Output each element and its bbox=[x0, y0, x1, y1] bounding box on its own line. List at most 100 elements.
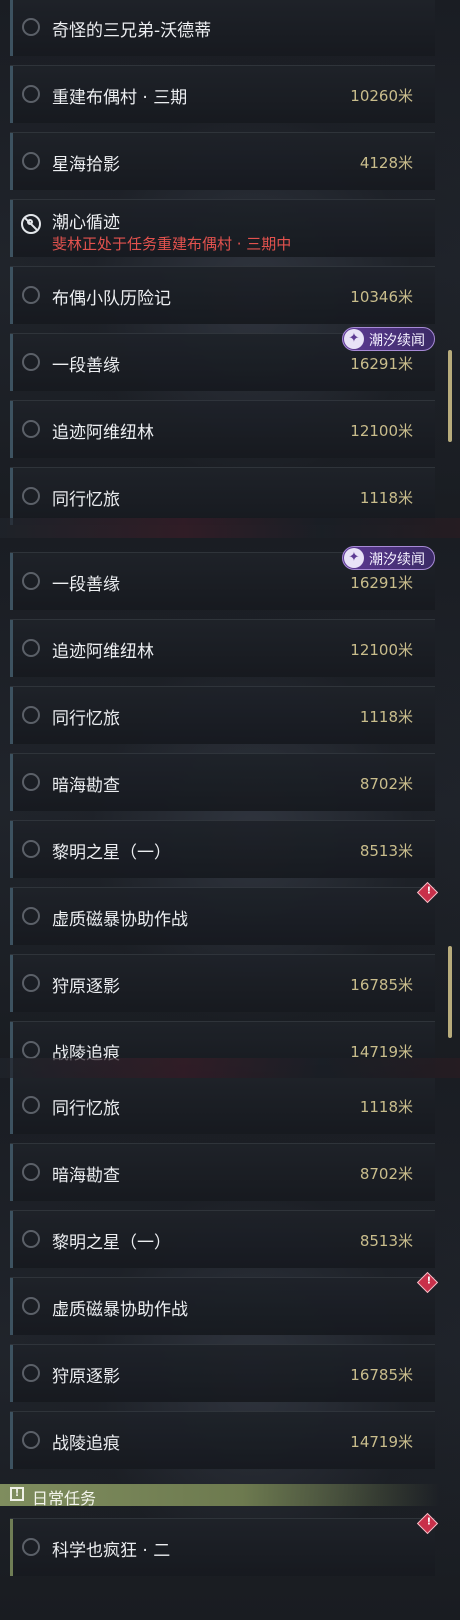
quest-row[interactable]: 星海拾影 4128米 bbox=[10, 132, 435, 190]
badge-label: 潮汐续闻 bbox=[369, 333, 425, 349]
quest-row[interactable]: 战陵追痕 14719米 bbox=[10, 1411, 435, 1469]
quest-track-circle[interactable] bbox=[22, 353, 40, 371]
quest-distance: 10346米 bbox=[350, 288, 413, 306]
quest-distance: 16785米 bbox=[350, 1366, 413, 1384]
quest-track-circle[interactable] bbox=[22, 1096, 40, 1114]
quest-row[interactable]: 狩原逐影 16785米 bbox=[10, 1344, 435, 1402]
daily-quest-row[interactable]: 科学也疯狂 · 二 bbox=[10, 1518, 435, 1576]
quest-row[interactable]: 同行忆旅 1118米 bbox=[10, 686, 435, 744]
quest-track-circle[interactable] bbox=[22, 152, 40, 170]
quest-title: 追迹阿维纽林 bbox=[52, 642, 154, 662]
quest-distance: 1118米 bbox=[359, 489, 413, 507]
quest-title: 战陵追痕 bbox=[52, 1434, 120, 1454]
quest-row[interactable]: 重建布偶村 · 三期 10260米 bbox=[10, 65, 435, 123]
quest-track-circle[interactable] bbox=[22, 773, 40, 791]
quest-track-circle[interactable] bbox=[22, 974, 40, 992]
quest-list-panel-1: 奇怪的三兄弟-沃德蒂 重建布偶村 · 三期 10260米 星海拾影 4128米 … bbox=[0, 0, 460, 538]
quest-track-circle[interactable] bbox=[22, 85, 40, 103]
scrollbar-thumb[interactable] bbox=[448, 946, 452, 1038]
quest-track-circle[interactable] bbox=[22, 1538, 40, 1556]
quest-track-circle[interactable] bbox=[22, 286, 40, 304]
quest-title: 暗海勘查 bbox=[52, 776, 120, 796]
quest-title: 潮心循迹 bbox=[52, 213, 120, 233]
quest-distance: 8702米 bbox=[359, 775, 413, 793]
blocked-quest-icon bbox=[21, 214, 41, 234]
quest-track-circle[interactable] bbox=[22, 1364, 40, 1382]
quest-row[interactable]: 狩原逐影 16785米 bbox=[10, 954, 435, 1012]
quest-distance: 8513米 bbox=[359, 842, 413, 860]
quest-distance: 1118米 bbox=[359, 708, 413, 726]
quest-track-circle[interactable] bbox=[22, 639, 40, 657]
tide-story-icon: ✦ bbox=[344, 329, 364, 349]
section-title: 日常任务 bbox=[32, 1489, 97, 1508]
quest-row[interactable]: 奇怪的三兄弟-沃德蒂 bbox=[10, 0, 435, 56]
quest-title: 黎明之星（一） bbox=[52, 843, 171, 863]
quest-track-circle[interactable] bbox=[22, 1431, 40, 1449]
badge-label: 潮汐续闻 bbox=[369, 552, 425, 568]
scrollbar-thumb[interactable] bbox=[448, 350, 452, 442]
quest-track-circle[interactable] bbox=[22, 487, 40, 505]
quest-track-circle[interactable] bbox=[22, 907, 40, 925]
quest-distance: 14719米 bbox=[350, 1433, 413, 1451]
quest-blocked-notice: 斐林正处于任务重建布偶村 · 三期中 bbox=[52, 235, 292, 253]
quest-distance: 8702米 bbox=[359, 1165, 413, 1183]
quest-distance: 1118米 bbox=[359, 1098, 413, 1116]
tide-story-badge: ✦ 潮汐续闻 bbox=[342, 546, 435, 570]
quest-track-circle[interactable] bbox=[22, 1041, 40, 1059]
quest-row-blocked[interactable]: 潮心循迹 斐林正处于任务重建布偶村 · 三期中 bbox=[10, 199, 435, 257]
quest-title: 一段善缘 bbox=[52, 356, 120, 376]
quest-track-circle[interactable] bbox=[22, 706, 40, 724]
quest-distance: 10260米 bbox=[350, 87, 413, 105]
quest-distance: 12100米 bbox=[350, 422, 413, 440]
quest-title: 虚质磁暴协助作战 bbox=[52, 1300, 188, 1320]
quest-distance: 16291米 bbox=[350, 355, 413, 373]
quest-row[interactable]: 虚质磁暴协助作战 bbox=[10, 887, 435, 945]
exclamation-box-icon: ! bbox=[10, 1487, 24, 1501]
quest-title: 虚质磁暴协助作战 bbox=[52, 910, 188, 930]
quest-track-circle[interactable] bbox=[22, 1230, 40, 1248]
quest-row[interactable]: 布偶小队历险记 10346米 bbox=[10, 266, 435, 324]
quest-track-circle[interactable] bbox=[22, 572, 40, 590]
tide-story-icon: ✦ bbox=[344, 548, 364, 568]
quest-track-circle[interactable] bbox=[22, 840, 40, 858]
daily-quests-header[interactable]: ! 日常任务 bbox=[0, 1484, 440, 1508]
quest-row[interactable]: 追迹阿维纽林 12100米 bbox=[10, 400, 435, 458]
tide-story-badge: ✦ 潮汐续闻 bbox=[342, 327, 435, 351]
quest-title: 星海拾影 bbox=[52, 155, 120, 175]
quest-row[interactable]: 战陵追痕 14719米 bbox=[10, 1021, 435, 1078]
quest-list-panel-2: 一段善缘 16291米 追迹阿维纽林 12100米 同行忆旅 1118米 暗海勘… bbox=[0, 538, 460, 1078]
quest-distance: 12100米 bbox=[350, 641, 413, 659]
quest-title: 追迹阿维纽林 bbox=[52, 423, 154, 443]
quest-title: 黎明之星（一） bbox=[52, 1233, 171, 1253]
quest-row[interactable]: 暗海勘查 8702米 bbox=[10, 753, 435, 811]
quest-track-circle[interactable] bbox=[22, 1297, 40, 1315]
quest-row[interactable]: 黎明之星（一） 8513米 bbox=[10, 1210, 435, 1268]
quest-distance: 8513米 bbox=[359, 1232, 413, 1250]
quest-list-panel-3: 同行忆旅 1118米 暗海勘查 8702米 黎明之星（一） 8513米 虚质磁暴… bbox=[0, 1078, 460, 1620]
quest-row[interactable]: 暗海勘查 8702米 bbox=[10, 1143, 435, 1201]
quest-row[interactable]: 同行忆旅 1118米 bbox=[10, 467, 435, 525]
quest-track-circle[interactable] bbox=[22, 18, 40, 36]
quest-distance: 14719米 bbox=[350, 1043, 413, 1061]
quest-row[interactable]: 同行忆旅 1118米 bbox=[10, 1078, 435, 1134]
quest-title: 同行忆旅 bbox=[52, 709, 120, 729]
quest-track-circle[interactable] bbox=[22, 420, 40, 438]
quest-distance: 16785米 bbox=[350, 976, 413, 994]
quest-distance: 4128米 bbox=[359, 154, 413, 172]
quest-title: 重建布偶村 · 三期 bbox=[52, 88, 188, 108]
quest-title: 同行忆旅 bbox=[52, 490, 120, 510]
quest-title: 科学也疯狂 · 二 bbox=[52, 1541, 171, 1561]
quest-title: 奇怪的三兄弟-沃德蒂 bbox=[52, 21, 212, 41]
quest-title: 暗海勘查 bbox=[52, 1166, 120, 1186]
quest-row[interactable]: 虚质磁暴协助作战 bbox=[10, 1277, 435, 1335]
quest-track-circle[interactable] bbox=[22, 1163, 40, 1181]
quest-title: 狩原逐影 bbox=[52, 977, 120, 997]
quest-distance: 16291米 bbox=[350, 574, 413, 592]
quest-title: 布偶小队历险记 bbox=[52, 289, 171, 309]
quest-row[interactable]: 黎明之星（一） 8513米 bbox=[10, 820, 435, 878]
quest-title: 狩原逐影 bbox=[52, 1367, 120, 1387]
quest-title: 同行忆旅 bbox=[52, 1099, 120, 1119]
quest-title: 战陵追痕 bbox=[52, 1044, 120, 1064]
quest-row[interactable]: 追迹阿维纽林 12100米 bbox=[10, 619, 435, 677]
quest-title: 一段善缘 bbox=[52, 575, 120, 595]
